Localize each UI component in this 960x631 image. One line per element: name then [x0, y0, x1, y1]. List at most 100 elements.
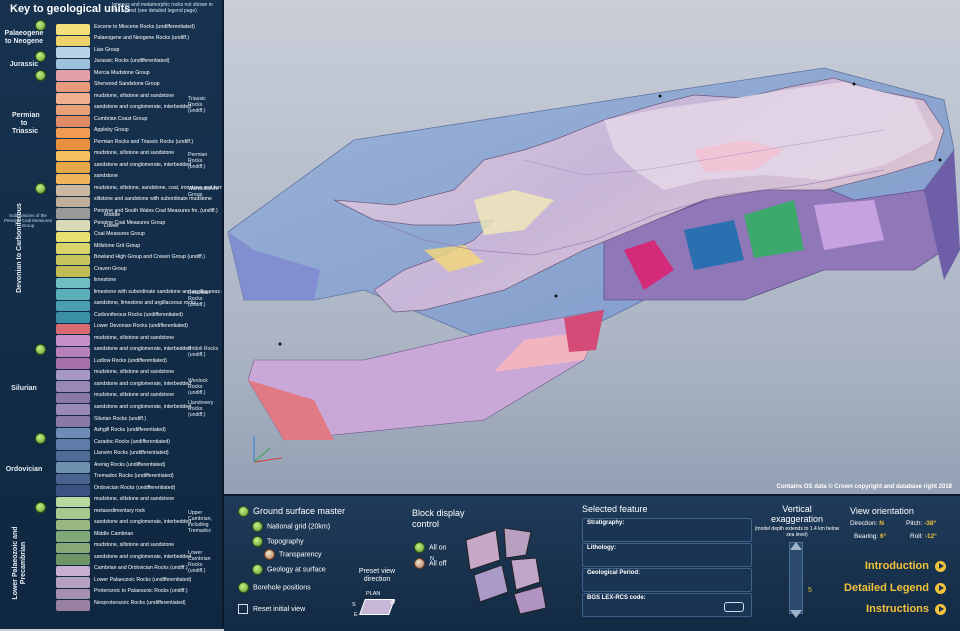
layer-ground-surface[interactable]: Ground surface master [238, 506, 345, 518]
legend-unit-label[interactable]: Permian Rocks and Triassic Rocks (undiff… [94, 139, 222, 145]
legend-unit-label[interactable]: Neoproterozoic Rocks (undifferentiated) [94, 600, 222, 606]
layer-geology-surface[interactable]: Geology at surface [252, 564, 326, 575]
introduction-link[interactable]: Introduction [865, 560, 946, 572]
legend-stripe [56, 231, 90, 243]
legend-unit-label[interactable]: Cumbrian Coast Group [94, 116, 222, 122]
legend-unit-label[interactable]: Bowland High Group and Craven Group (und… [94, 254, 222, 260]
legend-unit-label[interactable]: Tremadoc Rocks (undifferentiated) [94, 473, 222, 479]
legend-unit-label[interactable]: mudstone, siltstone and sandstone [94, 496, 222, 502]
checkbox-icon[interactable] [252, 564, 263, 575]
legend-group-label: Upper Cambrian, including Tremadoc [188, 510, 212, 534]
geology-legend-panel: Key to geological units Igneous and meta… [0, 0, 224, 629]
eye-toggle-precambrian[interactable] [35, 502, 46, 513]
legend-stripe [56, 266, 90, 277]
checkbox-icon[interactable] [252, 536, 263, 547]
legend-unit-label[interactable]: Mercia Mudstone Group [94, 70, 222, 76]
legend-stripe [56, 277, 90, 289]
eye-toggle-devonian[interactable] [35, 183, 46, 194]
legend-unit-label[interactable]: Lower Devonian Rocks (undifferentiated) [94, 323, 222, 329]
eye-toggle-palaeogene[interactable] [35, 20, 46, 31]
legend-stripe [56, 70, 90, 81]
compass-w[interactable]: W [390, 600, 395, 606]
eye-toggle-permian[interactable] [35, 70, 46, 81]
legend-unit-label[interactable]: Appleby Group [94, 127, 222, 133]
vertical-exaggeration-value: 5 [808, 587, 812, 594]
checkbox-icon[interactable] [414, 542, 425, 553]
detailed-legend-link[interactable]: Detailed Legend [844, 582, 946, 594]
checkbox-off-icon[interactable] [414, 558, 425, 569]
layer-topography[interactable]: Topography [252, 536, 304, 547]
borehole-marker[interactable] [278, 342, 282, 346]
legend-unit-label[interactable]: Lower Palaeozoic Rocks (undifferentiated… [94, 577, 222, 583]
legend-unit-label[interactable]: Eocene to Miocene Rocks (undifferentiate… [94, 24, 222, 30]
lower-label: Lower [104, 223, 119, 229]
block-tile[interactable] [473, 564, 509, 603]
legend-stripe [56, 335, 90, 346]
legend-unit-label[interactable]: mudstone, siltstone and sandstone [94, 369, 222, 375]
legend-stripe [56, 392, 90, 404]
block-tile[interactable] [503, 527, 532, 559]
era-ordovician: Ordovician [5, 466, 43, 473]
checkbox-off-icon[interactable] [264, 549, 275, 560]
legend-unit-label[interactable]: Arenig Rocks (undifferentiated) [94, 462, 222, 468]
checkbox-icon[interactable] [252, 521, 263, 532]
legend-unit-label[interactable]: Jurassic Rocks (undifferentiated) [94, 58, 222, 64]
legend-unit-label[interactable]: Ordovician Rocks (undifferentiated) [94, 485, 222, 491]
instructions-link[interactable]: Instructions [866, 603, 946, 615]
vertical-exaggeration-note: (model depth extends to 1.4 km below sea… [754, 526, 840, 538]
legend-group-label: Pridoli Rocks (undiff.) [188, 346, 219, 358]
legend-unit-label[interactable]: mudstone, siltstone and sandstone [94, 335, 222, 341]
block-tile[interactable] [465, 529, 501, 571]
legend-stripe [56, 554, 90, 565]
legend-unit-label[interactable]: Carboniferous Rocks (undifferentiated) [94, 312, 222, 318]
compass-n[interactable]: N [430, 556, 434, 562]
legend-unit-label[interactable]: limestone [94, 277, 222, 283]
compass-e[interactable]: E [354, 612, 358, 618]
layer-transparency[interactable]: Transparency [264, 549, 322, 560]
slider-down-icon[interactable] [790, 610, 802, 618]
slider-up-icon[interactable] [790, 542, 802, 550]
borehole-marker[interactable] [852, 82, 856, 86]
legend-unit-label[interactable]: Llanvirn Rocks (undifferentiated) [94, 450, 222, 456]
legend-unit-label[interactable]: sandstone [94, 173, 222, 179]
link-icon[interactable] [724, 602, 744, 612]
plan-button[interactable]: PLAN [366, 591, 380, 597]
eye-toggle-ordovician[interactable] [35, 433, 46, 444]
legend-unit-label[interactable]: Ashgill Rocks (undifferentiated) [94, 427, 222, 433]
legend-unit-label[interactable]: Sherwood Sandstone Group [94, 81, 222, 87]
legend-stripe [56, 427, 90, 439]
legend-unit-label[interactable]: mudstone, siltstone and sandstone [94, 542, 222, 548]
block-tile[interactable] [510, 557, 541, 591]
layer-national-grid[interactable]: National grid (20km) [252, 521, 330, 532]
borehole-marker[interactable] [554, 294, 558, 298]
reset-view-button[interactable]: Reset initial view [238, 604, 305, 614]
compass-s[interactable]: S [352, 602, 356, 608]
legend-stripe [56, 404, 90, 415]
block-selector-map[interactable] [456, 520, 556, 620]
legend-unit-label[interactable]: Millstone Grit Group [94, 243, 222, 249]
legend-unit-label[interactable]: Palaeogene and Neogene Rocks (undiff.) [94, 35, 222, 41]
checkbox-icon[interactable] [238, 506, 249, 518]
legend-unit-label[interactable]: Lias Group [94, 47, 222, 53]
borehole-marker[interactable] [938, 158, 942, 162]
legend-stripe [56, 542, 90, 554]
legend-unit-label[interactable]: Caradoc Rocks (undifferentiated) [94, 439, 222, 445]
legend-unit-label[interactable]: Proterozoic to Palaeozoic Rocks (undiff.… [94, 588, 222, 594]
borehole-marker[interactable] [658, 94, 662, 98]
block-model-3d-view[interactable] [224, 0, 960, 492]
legend-unit-label[interactable]: Ludlow Rocks (undifferentiated) [94, 358, 222, 364]
checkbox-icon[interactable] [238, 582, 249, 593]
vertical-exaggeration-slider[interactable] [789, 542, 803, 614]
legend-stripe [56, 81, 90, 93]
legend-group-label: Triassic Rocks (undiff.) [188, 96, 206, 114]
all-on-button[interactable]: All on [414, 542, 447, 553]
legend-unit-label[interactable]: Coal Measures Group [94, 231, 222, 237]
layer-boreholes[interactable]: Borehole positions [238, 582, 311, 593]
block-model-svg[interactable] [224, 0, 960, 492]
arrow-right-icon [935, 582, 946, 594]
block-tile[interactable] [513, 585, 547, 615]
eye-toggle-jurassic[interactable] [35, 51, 46, 62]
bgs-code-label: BGS LEX-RCS code: [587, 595, 646, 601]
legend-unit-label[interactable]: Craven Group [94, 266, 222, 272]
eye-toggle-silurian[interactable] [35, 344, 46, 355]
